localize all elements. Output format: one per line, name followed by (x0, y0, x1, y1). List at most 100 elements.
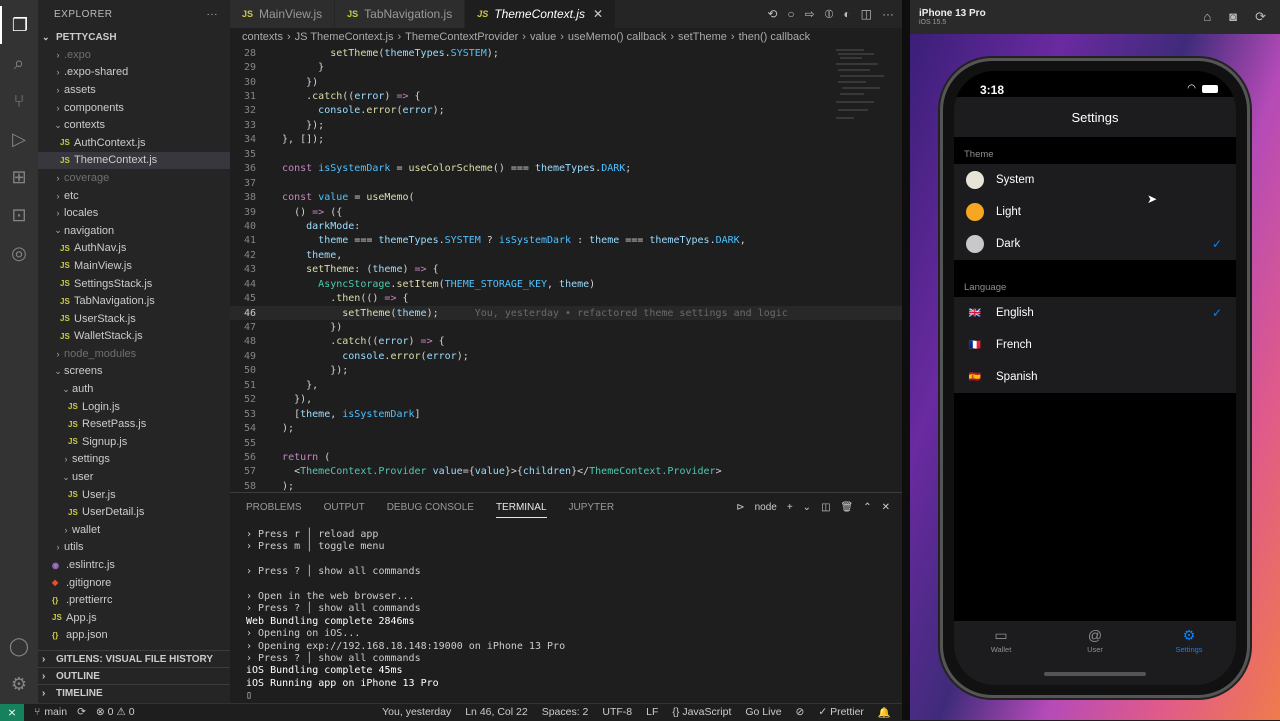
open-preview-icon[interactable]: ◐ (843, 7, 850, 21)
code-line[interactable]: 34 }, []); (230, 133, 902, 147)
code-line[interactable]: 31 .catch((error) => { (230, 89, 902, 103)
tab-user[interactable]: @ User (1060, 627, 1130, 685)
code-line[interactable]: 38 const value = useMemo( (230, 190, 902, 204)
minimap[interactable] (834, 46, 894, 126)
problems-count[interactable]: ⊗ 0 ⚠ 0 (96, 706, 135, 718)
file-item[interactable]: JS ThemeContext.js (38, 151, 230, 170)
file-item[interactable]: JS SettingsStack.js (38, 275, 230, 293)
remote-explorer-icon[interactable]: ⊡ (0, 196, 38, 234)
search-icon[interactable]: ⌕ (0, 44, 38, 82)
indentation[interactable]: Spaces: 2 (542, 706, 589, 719)
folder-item[interactable]: › node_modules (38, 345, 230, 363)
code-line[interactable]: 51 }, (230, 378, 902, 392)
code-line[interactable]: 47 }) (230, 320, 902, 334)
encoding[interactable]: UTF-8 (602, 706, 632, 719)
shell-label[interactable]: node (755, 502, 777, 513)
code-line[interactable]: 52 }), (230, 393, 902, 407)
code-line[interactable]: 53 [theme, isSystemDark] (230, 407, 902, 421)
tab-terminal[interactable]: TERMINAL (495, 502, 547, 518)
folder-item[interactable]: › components (38, 99, 230, 117)
file-item[interactable]: JS UserDetail.js (38, 503, 230, 521)
cursor-position[interactable]: Ln 46, Col 22 (465, 706, 527, 719)
folder-item[interactable]: › etc (38, 187, 230, 205)
next-change-icon[interactable]: ⇨ (805, 7, 815, 21)
split-editor-icon[interactable]: ◫ (861, 7, 872, 21)
file-item[interactable]: JS Login.js (38, 398, 230, 416)
source-control-icon[interactable]: ⑂ (0, 82, 38, 120)
code-line[interactable]: 29 } (230, 60, 902, 74)
code-line[interactable]: 32 console.error(error); (230, 104, 902, 118)
tab-tabnavigation[interactable]: JS TabNavigation.js (335, 0, 466, 28)
code-line[interactable]: 42 theme, (230, 248, 902, 262)
code-line[interactable]: 39 () => ({ (230, 205, 902, 219)
branch-name[interactable]: main (44, 706, 67, 718)
manage-gear-icon[interactable]: ⚙ (0, 665, 38, 703)
code-line[interactable]: 41 theme === themeTypes.SYSTEM ? isSyste… (230, 234, 902, 248)
folder-item[interactable]: › locales (38, 204, 230, 222)
code-line[interactable]: 50 }); (230, 364, 902, 378)
code-line[interactable]: 30 }) (230, 75, 902, 89)
theme-option-light[interactable]: Light (954, 196, 1236, 228)
tab-problems[interactable]: PROBLEMS (246, 502, 302, 513)
extensions-icon[interactable]: ⊞ (0, 158, 38, 196)
file-item[interactable]: {} app.json (38, 627, 230, 645)
file-item[interactable]: JS Signup.js (38, 433, 230, 451)
code-line[interactable]: 44 AsyncStorage.setItem(THEME_STORAGE_KE… (230, 277, 902, 291)
file-item[interactable]: JS User.js (38, 486, 230, 504)
folder-item[interactable]: › coverage (38, 169, 230, 187)
tab-output[interactable]: OUTPUT (324, 502, 365, 513)
breadcrumb-item[interactable]: then() callback (739, 31, 811, 43)
terminal-output[interactable]: › Press r │ reload app › Press m │ toggle… (230, 521, 902, 702)
outline-section[interactable]: › OUTLINE (38, 667, 230, 684)
language-mode[interactable]: {} JavaScript (672, 706, 731, 719)
workspace-root[interactable]: ⌄ PETTYCASH (38, 28, 230, 46)
trash-icon[interactable]: 🗑 (841, 502, 854, 513)
screenshot-camera-icon[interactable]: ◙ (1229, 9, 1237, 25)
code-line[interactable]: 54 ); (230, 421, 902, 435)
file-item[interactable]: JS AuthContext.js (38, 134, 230, 152)
rotate-icon[interactable]: ⟳ (1255, 9, 1266, 25)
folder-item[interactable]: ⌄ contexts (38, 116, 230, 134)
tab-settings[interactable]: ⚙ Settings (1154, 627, 1224, 685)
code-line[interactable]: 37 (230, 176, 902, 190)
tab-jupyter[interactable]: JUPYTER (569, 502, 615, 513)
compare-icon[interactable]: ⟲ (767, 7, 777, 21)
folder-item[interactable]: ⌄ screens (38, 363, 230, 381)
gitlens-icon[interactable]: ◎ (0, 234, 38, 272)
breadcrumb-item[interactable]: ThemeContextProvider (405, 31, 518, 43)
new-terminal-icon[interactable]: + (787, 502, 793, 513)
git-blame-status[interactable]: You, yesterday (382, 706, 451, 719)
more-actions-icon[interactable]: ··· (882, 7, 894, 21)
folder-item[interactable]: › .expo (38, 46, 230, 64)
tab-debug-console[interactable]: DEBUG CONSOLE (387, 502, 474, 513)
file-item[interactable]: JS WalletStack.js (38, 328, 230, 346)
tab-mainview[interactable]: JS MainView.js (230, 0, 336, 28)
file-item[interactable]: JS ResetPass.js (38, 415, 230, 433)
prettier-status[interactable]: ✓ Prettier (818, 706, 864, 719)
gitlens-section[interactable]: › GITLENS: VISUAL FILE HISTORY (38, 650, 230, 667)
close-panel-icon[interactable]: ✕ (882, 502, 890, 513)
code-line[interactable]: 57 <ThemeContext.Provider value={value}>… (230, 465, 902, 479)
code-line[interactable]: 28 setTheme(themeTypes.SYSTEM); (230, 46, 902, 60)
notifications-bell-icon[interactable]: 🔔 (878, 706, 891, 719)
file-item[interactable]: {} .prettierrc (38, 591, 230, 609)
code-line[interactable]: 43 setTheme: (theme) => { (230, 263, 902, 277)
folder-item[interactable]: › .expo-shared (38, 64, 230, 82)
more-actions-icon[interactable]: ··· (207, 9, 219, 20)
folder-item[interactable]: › settings (38, 451, 230, 469)
code-line[interactable]: 46 setTheme(theme); You, yesterday • ref… (230, 305, 902, 321)
language-option-french[interactable]: 🇫🇷 French (954, 329, 1236, 361)
tab-themecontext[interactable]: JS ThemeContext.js ✕ (465, 0, 617, 28)
code-line[interactable]: 58 ); (230, 479, 902, 492)
folder-item[interactable]: › wallet (38, 521, 230, 539)
file-item[interactable]: JS App.js (38, 609, 230, 627)
breadcrumb-item[interactable]: setTheme (678, 31, 727, 43)
close-tab-icon[interactable]: ✕ (593, 7, 603, 21)
code-line[interactable]: 45 .then(() => { (230, 291, 902, 305)
breadcrumb-item[interactable]: contexts (242, 31, 283, 43)
home-icon[interactable]: ⌂ (1203, 9, 1211, 25)
folder-item[interactable]: ⌄ navigation (38, 222, 230, 240)
breadcrumb-item[interactable]: value (530, 31, 556, 43)
file-item[interactable]: ◆ .gitignore (38, 574, 230, 592)
code-line[interactable]: 48 .catch((error) => { (230, 335, 902, 349)
